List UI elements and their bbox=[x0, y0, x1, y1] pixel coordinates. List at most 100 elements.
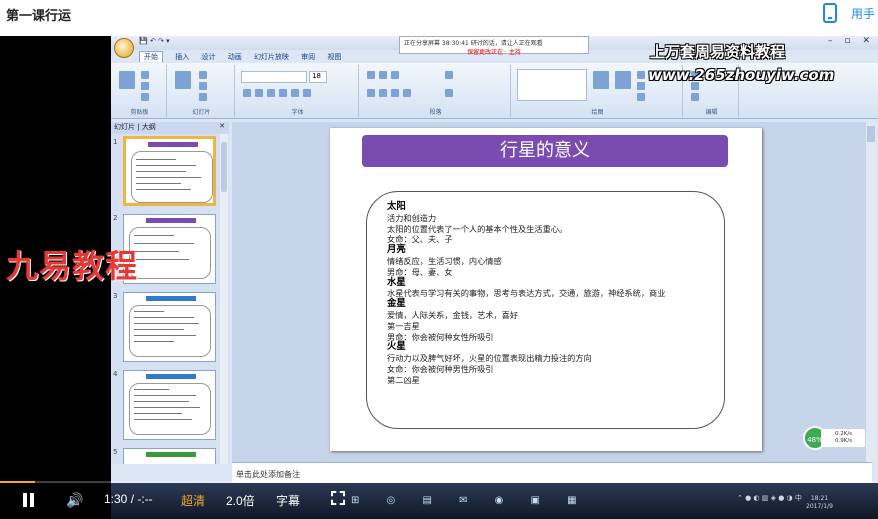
smartart-icon[interactable] bbox=[445, 89, 453, 97]
paste-icon[interactable] bbox=[119, 71, 135, 89]
thumb-title-bar bbox=[146, 452, 196, 457]
slide-thumbnail[interactable] bbox=[123, 292, 216, 362]
thumbnail-scrollbar[interactable] bbox=[220, 134, 228, 464]
window-controls: – ▫ ✕ bbox=[816, 36, 870, 46]
font-size-field[interactable]: 18 bbox=[309, 71, 327, 83]
slide-thumbnail[interactable] bbox=[123, 370, 216, 440]
new-slide-icon[interactable] bbox=[175, 71, 191, 89]
tab-animation[interactable]: 动画 bbox=[228, 52, 242, 62]
slide-heading: 水星 bbox=[387, 276, 406, 288]
volume-icon[interactable]: 🔊 bbox=[66, 493, 86, 509]
thumb-number: 2 bbox=[113, 214, 118, 222]
tab-slides[interactable]: 幻灯片 bbox=[114, 123, 135, 131]
watermark-site-url: www.265zhouyiw.com bbox=[648, 66, 835, 84]
underline-icon[interactable] bbox=[267, 89, 275, 97]
page-header: 第一课行运 用手 bbox=[0, 0, 878, 32]
current-slide[interactable]: 行星的意义 太阳 活力和创造力 太阳的位置代表了一个人的基本个性及生活重心。 女命：父… bbox=[330, 128, 762, 451]
cut-icon[interactable] bbox=[141, 71, 149, 79]
slide-thumbnail[interactable] bbox=[123, 448, 216, 464]
subtitles-button[interactable]: 字幕 bbox=[276, 492, 300, 509]
download-speed: 0.9K/s bbox=[835, 438, 853, 444]
fullscreen-icon[interactable] bbox=[331, 491, 345, 505]
justify-icon[interactable] bbox=[403, 89, 411, 97]
copy-icon[interactable] bbox=[141, 82, 149, 90]
tab-review[interactable]: 审阅 bbox=[301, 52, 315, 62]
layout-icon[interactable] bbox=[199, 71, 207, 79]
network-speed: 0.2K/s 0.9K/s bbox=[821, 429, 865, 447]
font-color-icon[interactable] bbox=[303, 89, 311, 97]
player-controls: 🔊 1:30 / -:-- 超清 2.0倍 字幕 bbox=[0, 483, 878, 519]
close-icon[interactable]: ✕ bbox=[862, 36, 870, 46]
maximize-icon[interactable]: ▫ bbox=[844, 36, 850, 46]
slide-thumbnails: 1 2 3 4 5 bbox=[111, 134, 229, 464]
slide-text-line: 情绪反应，生活习惯，内心情感 bbox=[387, 255, 502, 266]
slide-content-box[interactable]: 太阳 活力和创造力 太阳的位置代表了一个人的基本个性及生活重心。 女命：父、夫、子 月亮… bbox=[366, 191, 725, 429]
slide-heading: 火星 bbox=[387, 341, 406, 353]
group-label: 编辑 bbox=[705, 109, 718, 116]
powerpoint-window: 💾 ↶ ↷ ▾ 正在分享屏幕 38:30:41 研讨的话，请让人正在观看 保留更… bbox=[111, 36, 878, 483]
group-label: 幻灯片 bbox=[192, 109, 211, 116]
tab-view[interactable]: 视图 bbox=[327, 52, 341, 62]
slide-text-line: 太阳的位置代表了一个人的基本个性及生活重心。 bbox=[387, 223, 568, 234]
group-label: 字体 bbox=[291, 109, 304, 116]
shadow-icon[interactable] bbox=[291, 89, 299, 97]
tab-slideshow[interactable]: 幻灯片放映 bbox=[254, 52, 289, 62]
group-label: 剪贴板 bbox=[130, 109, 149, 116]
quality-button[interactable]: 超清 bbox=[181, 492, 205, 509]
slide-text-line: 男命：你会被何种女性所吸引 bbox=[387, 331, 494, 342]
italic-icon[interactable] bbox=[255, 89, 263, 97]
office-button-icon[interactable] bbox=[114, 38, 134, 58]
shapes-gallery[interactable] bbox=[517, 69, 587, 101]
pause-icon[interactable] bbox=[22, 493, 36, 509]
phone-icon[interactable] bbox=[823, 3, 837, 23]
format-painter-icon[interactable] bbox=[141, 93, 149, 101]
reset-icon[interactable] bbox=[199, 82, 207, 90]
indent-icon[interactable] bbox=[391, 71, 399, 79]
watermark-site-name: 上万套周易资料教程 bbox=[650, 43, 786, 61]
shape-outline-icon[interactable] bbox=[637, 82, 645, 90]
slide-title[interactable]: 行星的意义 bbox=[362, 135, 728, 167]
shape-effects-icon[interactable] bbox=[637, 93, 645, 101]
slide-text-line: 第二凶星 bbox=[387, 374, 420, 385]
strikethrough-icon[interactable] bbox=[279, 89, 287, 97]
slide-heading: 月亮 bbox=[387, 244, 406, 256]
thumb-title-bar bbox=[146, 218, 196, 223]
text-direction-icon[interactable] bbox=[445, 71, 453, 79]
arrange-icon[interactable] bbox=[593, 71, 609, 89]
select-icon[interactable] bbox=[691, 93, 699, 101]
panel-close-icon[interactable]: ✕ bbox=[219, 122, 225, 130]
thumb-content bbox=[129, 383, 211, 435]
tab-insert[interactable]: 插入 bbox=[175, 52, 189, 62]
font-name-field[interactable] bbox=[241, 71, 307, 83]
speed-button[interactable]: 2.0倍 bbox=[226, 492, 255, 509]
thumb-number: 4 bbox=[113, 370, 118, 378]
thumb-title-bar bbox=[148, 142, 198, 147]
minimize-icon[interactable]: – bbox=[828, 36, 833, 46]
tab-home[interactable]: 开始 bbox=[139, 51, 163, 62]
tab-design[interactable]: 设计 bbox=[201, 52, 215, 62]
bullets-icon[interactable] bbox=[367, 71, 375, 79]
slide-text-line: 第一吉星 bbox=[387, 320, 420, 331]
numbering-icon[interactable] bbox=[379, 71, 387, 79]
watermark-brand: 九易教程 bbox=[6, 247, 139, 285]
shape-fill-icon[interactable] bbox=[637, 71, 645, 79]
group-label: 绘图 bbox=[591, 109, 604, 116]
phone-link[interactable]: 用手 bbox=[851, 5, 875, 22]
bold-icon[interactable] bbox=[243, 89, 251, 97]
ribbon-tabs: 开始 插入 设计 动画 幻灯片放映 审阅 视图 bbox=[139, 51, 351, 63]
slide-panel-tabs: 幻灯片 | 大纲 ✕ bbox=[111, 122, 229, 134]
align-right-icon[interactable] bbox=[391, 89, 399, 97]
video-player[interactable]: 💾 ↶ ↷ ▾ 正在分享屏幕 38:30:41 研讨的话，请让人正在观看 保留更… bbox=[0, 36, 878, 519]
delete-icon[interactable] bbox=[199, 93, 207, 101]
slide-thumbnail[interactable] bbox=[123, 136, 216, 206]
editor-scrollbar[interactable] bbox=[866, 122, 876, 462]
notes-pane[interactable]: 单击此处添加备注 bbox=[232, 462, 872, 483]
slide-text-line: 水星代表与学习有关的事物，思考与表达方式，交通，旅游，神经系统，商业 bbox=[387, 288, 666, 299]
slide-text-line: 男命：母、妻、女 bbox=[387, 266, 453, 277]
thumb-content bbox=[129, 305, 211, 357]
align-left-icon[interactable] bbox=[367, 89, 375, 97]
quick-access-toolbar[interactable]: 💾 ↶ ↷ ▾ bbox=[139, 37, 170, 45]
tab-outline[interactable]: 大纲 bbox=[142, 123, 156, 131]
align-center-icon[interactable] bbox=[379, 89, 387, 97]
quick-styles-icon[interactable] bbox=[615, 71, 631, 89]
